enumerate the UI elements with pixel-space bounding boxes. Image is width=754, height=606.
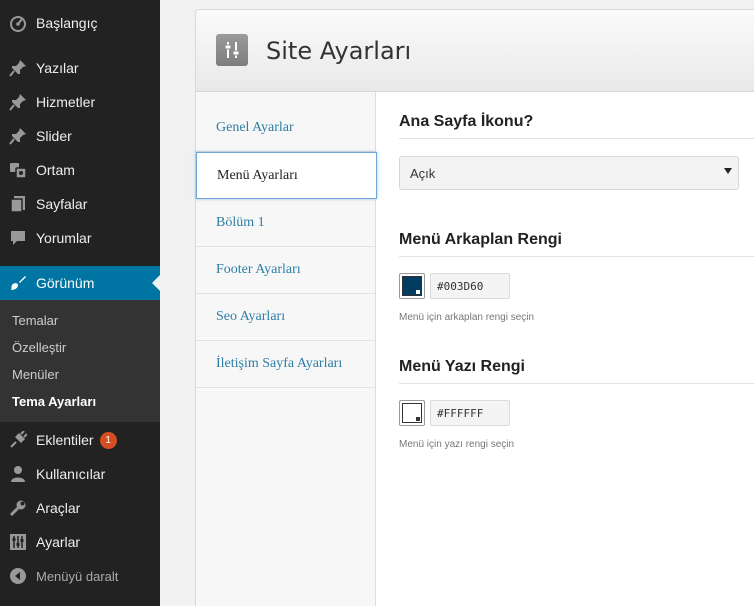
menu-item-users[interactable]: Kullanıcılar [0,457,160,491]
menu-bg-color-hint: Menü için arkaplan rengi seçin [399,312,535,323]
dashboard-icon [0,6,36,40]
wrench-icon [0,491,36,525]
menu-item-tools[interactable]: Araçlar [0,491,160,525]
menu-item-media[interactable]: Ortam [0,153,160,187]
update-count-badge: 1 [99,431,117,449]
page-title: Site Ayarları [266,37,412,65]
tab-section-1[interactable]: Bölüm 1 [196,200,376,247]
menu-item-slider[interactable]: Slider [0,119,160,153]
picker-corner [416,290,420,294]
menu-label: Sayfalar [36,196,88,212]
plugin-icon [0,423,36,457]
divider [399,256,754,257]
admin-sidebar: Başlangıç Yazılar Hizmetler Slider Ortam… [0,0,160,606]
pushpin-icon [0,85,36,119]
menu-text-color-swatch[interactable] [399,400,425,426]
collapse-menu-button[interactable]: Menüyü daralt [0,559,160,593]
settings-icon [0,525,36,559]
submenu-item-themes[interactable]: Temalar [12,313,58,328]
tab-footer-settings[interactable]: Footer Ayarları [196,247,376,294]
pages-icon [0,187,36,221]
menu-text-color-hint: Menü için yazı rengi seçin [399,439,515,450]
menu-item-posts[interactable]: Yazılar [0,51,160,85]
menu-label: Eklentiler [36,432,94,448]
menu-text-color-input[interactable]: #FFFFFF [430,400,510,426]
homepage-icon-section-title: Ana Sayfa İkonu? [399,113,534,130]
comment-icon [0,221,36,255]
menu-text-color-section-title: Menü Yazı Rengi [399,358,525,375]
menu-label: Yorumlar [36,230,92,246]
dropdown-arrow-icon [724,168,732,174]
menu-label: Ayarlar [36,534,81,550]
tab-seo-settings[interactable]: Seo Ayarları [196,294,376,341]
menu-label: Kullanıcılar [36,466,106,482]
panel-header: Site Ayarları [196,10,754,92]
menu-bg-color-section-title: Menü Arkaplan Rengi [399,231,562,248]
tab-general-settings[interactable]: Genel Ayarlar [196,105,376,152]
menu-label: Menüyü daralt [36,568,119,584]
users-icon [0,457,36,491]
settings-tabs: Genel Ayarlar Menü Ayarları Bölüm 1 Foot… [196,92,377,606]
divider [399,138,754,139]
menu-item-appearance[interactable]: Görünüm [0,266,160,300]
select-value: Açık [410,165,436,181]
submenu-item-menus[interactable]: Menüler [12,367,59,382]
pushpin-icon [0,51,36,85]
menu-bg-color-swatch[interactable] [399,273,425,299]
homepage-icon-select[interactable]: Açık [399,156,739,190]
menu-bg-color-input[interactable]: #003D60 [430,273,510,299]
menu-label: Slider [36,128,72,144]
appearance-submenu: Temalar Özelleştir Menüler Tema Ayarları [0,300,160,422]
settings-panel: Site Ayarları Genel Ayarlar Menü Ayarlar… [195,9,754,606]
media-icon [0,153,36,187]
menu-item-settings[interactable]: Ayarlar [0,525,160,559]
menu-item-services[interactable]: Hizmetler [0,85,160,119]
menu-item-pages[interactable]: Sayfalar [0,187,160,221]
menu-label: Araçlar [36,500,81,516]
pushpin-icon [0,119,36,153]
menu-label: Görünüm [36,275,95,291]
tab-menu-settings[interactable]: Menü Ayarları [196,152,377,199]
current-arrow [152,275,160,291]
color-preview [402,403,422,423]
menu-item-plugins[interactable]: Eklentiler 1 [0,423,160,457]
collapse-icon [0,559,36,593]
submenu-item-theme-settings[interactable]: Tema Ayarları [12,394,96,409]
tab-contact-page-settings[interactable]: İletişim Sayfa Ayarları [196,341,376,388]
menu-item-dashboard[interactable]: Başlangıç [0,6,160,40]
menu-item-comments[interactable]: Yorumlar [0,221,160,255]
menu-label: Başlangıç [36,15,98,31]
settings-sliders-icon [216,34,248,66]
menu-label: Hizmetler [36,94,96,110]
menu-label: Yazılar [36,60,79,76]
divider [399,383,754,384]
color-preview [402,276,422,296]
picker-corner [416,417,420,421]
menu-label: Ortam [36,162,75,178]
submenu-item-customize[interactable]: Özelleştir [12,340,66,355]
paintbrush-icon [0,266,36,300]
